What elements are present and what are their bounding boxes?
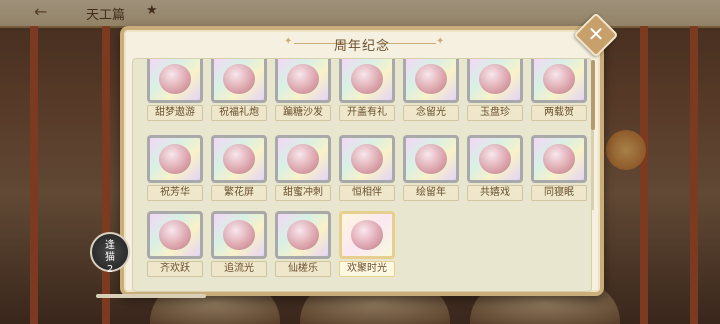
avatar-badge: 2 [106, 264, 114, 275]
item-card[interactable]: 祝芳华 [147, 135, 203, 201]
deer-icon [223, 220, 255, 250]
feast-table-icon [479, 64, 511, 94]
item-card[interactable]: 追流光 [211, 211, 267, 277]
item-thumbnail [531, 135, 587, 183]
item-thumbnail [211, 135, 267, 183]
avatar[interactable]: 逢 猫 2 [90, 232, 130, 275]
item-label: 开盖有礼 [339, 105, 395, 121]
item-card[interactable]: 甜梦遨游 [147, 59, 203, 121]
item-thumbnail [275, 135, 331, 183]
item-label: 恒相伴 [339, 185, 395, 201]
item-thumbnail [467, 135, 523, 183]
item-card[interactable]: 同寝眠 [531, 135, 587, 201]
item-label: 共嬉戏 [467, 185, 523, 201]
scroll-icon [415, 144, 447, 174]
item-card[interactable]: 共嬉戏 [467, 135, 523, 201]
dialog-title: 周年纪念 [333, 39, 390, 54]
item-thumbnail [275, 59, 331, 103]
item-card[interactable]: 祝福礼炮 [211, 59, 267, 121]
anniversary-cake-icon [351, 220, 383, 250]
avatar-line: 逢 [105, 240, 115, 251]
item-thumbnail [403, 59, 459, 103]
folding-screen-icon [223, 144, 255, 174]
item-card[interactable]: 繁花屏 [211, 135, 267, 201]
lantern-icon [415, 64, 447, 94]
bunny-cart-icon [287, 144, 319, 174]
item-card[interactable]: 齐欢跃 [147, 211, 203, 277]
item-card[interactable]: 绘留年 [403, 135, 459, 201]
item-label: 两载贺 [531, 105, 587, 121]
boat-icon [287, 220, 319, 250]
garden-icon [351, 144, 383, 174]
item-label: 甜蜜冲刺 [275, 185, 331, 201]
play-house-icon [479, 144, 511, 174]
item-thumbnail [147, 211, 203, 259]
scroll-indicator [96, 294, 206, 298]
bed-icon [543, 144, 575, 174]
item-label: 繁花屏 [211, 185, 267, 201]
item-grid[interactable]: 甜梦遨游 祝福礼炮 蹁糖沙发 开盖有礼 念留光 玉盘珍 两载贺祝芳华 繁花屏 甜蜜冲刺 恒相伴 绘留… [132, 58, 592, 292]
item-card[interactable]: 开盖有礼 [339, 59, 395, 121]
item-thumbnail [339, 211, 395, 259]
item-card[interactable]: 两载贺 [531, 59, 587, 121]
item-card[interactable]: 欢聚时光 [339, 211, 395, 277]
item-label: 蹁糖沙发 [275, 105, 331, 121]
item-label: 念留光 [403, 105, 459, 121]
dialog-header: ✦ ✦ 周年纪念 [124, 30, 600, 56]
item-thumbnail [339, 59, 395, 103]
stage-icon [543, 64, 575, 94]
item-card[interactable]: 玉盘珍 [467, 59, 523, 121]
item-label: 玉盘珍 [467, 105, 523, 121]
scrollbar-thumb[interactable] [591, 60, 595, 130]
flower-arch-icon [159, 144, 191, 174]
item-thumbnail [403, 135, 459, 183]
carousel-icon [159, 64, 191, 94]
item-card[interactable]: 蹁糖沙发 [275, 59, 331, 121]
item-label: 欢聚时光 [339, 261, 395, 277]
item-thumbnail [531, 59, 587, 103]
item-card[interactable]: 仙槎乐 [275, 211, 331, 277]
gift-box-icon [351, 64, 383, 94]
item-card[interactable]: 恒相伴 [339, 135, 395, 201]
item-label: 齐欢跃 [147, 261, 203, 277]
item-label: 甜梦遨游 [147, 105, 203, 121]
item-thumbnail [147, 135, 203, 183]
item-label: 追流光 [211, 261, 267, 277]
cake-sofa-icon [287, 64, 319, 94]
item-thumbnail [275, 211, 331, 259]
trampoline-icon [159, 220, 191, 250]
item-thumbnail [211, 211, 267, 259]
close-icon[interactable]: ✕ [580, 19, 612, 51]
avatar-line: 猫 [105, 252, 115, 263]
anniversary-dialog: ✦ ✦ 周年纪念 甜梦遨游 祝福礼炮 蹁糖沙发 开盖有礼 念留光 玉盘珍 两载贺祝芳华 繁花屏… [120, 26, 604, 296]
item-thumbnail [467, 59, 523, 103]
item-thumbnail [147, 59, 203, 103]
item-label: 祝芳华 [147, 185, 203, 201]
item-label: 同寝眠 [531, 185, 587, 201]
item-card[interactable]: 念留光 [403, 59, 459, 121]
cannon-icon [223, 64, 255, 94]
item-label: 绘留年 [403, 185, 459, 201]
item-label: 仙槎乐 [275, 261, 331, 277]
item-label: 祝福礼炮 [211, 105, 267, 121]
item-thumbnail [211, 59, 267, 103]
item-thumbnail [339, 135, 395, 183]
item-card[interactable]: 甜蜜冲刺 [275, 135, 331, 201]
